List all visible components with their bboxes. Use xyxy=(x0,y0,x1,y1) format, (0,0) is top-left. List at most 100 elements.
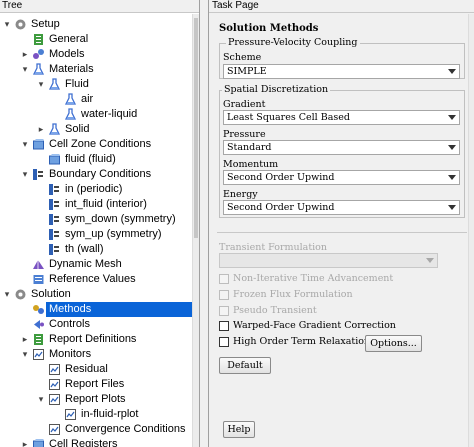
default-button[interactable]: Default xyxy=(219,357,271,374)
pressure-dropdown[interactable]: Standard xyxy=(223,140,460,155)
flask-icon xyxy=(64,93,77,106)
boundary-icon xyxy=(48,243,61,256)
tree-item-label: air xyxy=(81,93,94,105)
tree-item-label: Monitors xyxy=(49,348,92,360)
monitor-icon xyxy=(48,393,61,406)
tree-view[interactable]: ▾ Setup General ▸ Models ▾ Materials ▾ Fluid air w… xyxy=(0,14,192,447)
frozen-flux-formulation-label: Frozen Flux Formulation xyxy=(233,289,353,300)
tree-item[interactable]: air xyxy=(0,92,192,107)
chevron-down-icon[interactable]: ▾ xyxy=(2,17,12,32)
tree-item[interactable]: ▾ Cell Zone Conditions xyxy=(0,137,192,152)
task-page-scrollbar[interactable] xyxy=(468,14,474,447)
chevron-down-icon[interactable]: ▾ xyxy=(2,287,12,302)
tree-item[interactable]: Reference Values xyxy=(0,272,192,287)
tree-item[interactable]: ▸ Cell Registers xyxy=(0,437,192,447)
tree-item[interactable]: ▸ Solid xyxy=(0,122,192,137)
tree-item[interactable]: Dynamic Mesh xyxy=(0,257,192,272)
flask-icon xyxy=(48,123,61,136)
tree-item-label: water-liquid xyxy=(81,108,138,120)
momentum-value: Second Order Upwind xyxy=(227,172,335,183)
chevron-down-icon xyxy=(448,115,456,120)
tree-item[interactable]: in (periodic) xyxy=(0,182,192,197)
tree-item[interactable]: fluid (fluid) xyxy=(0,152,192,167)
scheme-dropdown[interactable]: SIMPLE xyxy=(223,64,460,79)
tree-item-label: Controls xyxy=(49,318,90,330)
tree-item[interactable]: Residual xyxy=(0,362,192,377)
tree-item[interactable]: sym_down (symmetry) xyxy=(0,212,192,227)
chevron-down-icon[interactable]: ▾ xyxy=(20,167,30,182)
tree-item[interactable]: Controls xyxy=(0,317,192,332)
flask-icon xyxy=(32,63,45,76)
help-button[interactable]: Help xyxy=(223,421,255,438)
document-icon xyxy=(32,333,45,346)
tree-item[interactable]: ▸ Report Definitions xyxy=(0,332,192,347)
pseudo-transient-checkbox[interactable] xyxy=(219,306,229,316)
gradient-dropdown[interactable]: Least Squares Cell Based xyxy=(223,110,460,125)
energy-dropdown[interactable]: Second Order Upwind xyxy=(223,200,460,215)
chevron-down-icon xyxy=(448,175,456,180)
chevron-down-icon[interactable]: ▾ xyxy=(20,137,30,152)
pressure-velocity-coupling-legend: Pressure-Velocity Coupling xyxy=(226,37,360,48)
tree-item[interactable]: Convergence Conditions xyxy=(0,422,192,437)
task-page-panel: Task Page Solution Methods Pressure-Velo… xyxy=(208,0,474,447)
options-button[interactable]: Options... xyxy=(365,335,422,352)
tree-item-label: th (wall) xyxy=(65,243,104,255)
chevron-right-icon[interactable]: ▸ xyxy=(36,122,46,137)
chevron-down-icon[interactable]: ▾ xyxy=(36,392,46,407)
methods-icon xyxy=(32,303,45,316)
chevron-down-icon[interactable]: ▾ xyxy=(36,77,46,92)
tree-item[interactable]: ▾ Setup xyxy=(0,17,192,32)
page-title: Solution Methods xyxy=(219,23,319,34)
tree-scrollbar[interactable] xyxy=(192,14,199,447)
tree-item[interactable]: ▾ Fluid xyxy=(0,77,192,92)
cell-zone-icon xyxy=(48,153,61,166)
tree-item[interactable]: th (wall) xyxy=(0,242,192,257)
high-order-term-relaxation-checkbox[interactable] xyxy=(219,337,229,347)
frozen-flux-formulation-checkbox[interactable] xyxy=(219,290,229,300)
pressure-label: Pressure xyxy=(223,129,266,140)
chevron-down-icon[interactable]: ▾ xyxy=(20,62,30,77)
tree-item[interactable]: sym_up (symmetry) xyxy=(0,227,192,242)
tree-item-label: Dynamic Mesh xyxy=(49,258,122,270)
monitor-icon xyxy=(48,363,61,376)
tree-item-label: Setup xyxy=(31,18,60,30)
transient-formulation-dropdown[interactable] xyxy=(219,253,438,268)
chevron-right-icon[interactable]: ▸ xyxy=(20,332,30,347)
tree-item[interactable]: ▾ Boundary Conditions xyxy=(0,167,192,182)
scheme-value: SIMPLE xyxy=(227,66,267,77)
chevron-down-icon xyxy=(448,205,456,210)
tree-item[interactable]: Report Files xyxy=(0,377,192,392)
non-iterative-time-advancement-checkbox[interactable] xyxy=(219,274,229,284)
chevron-right-icon[interactable]: ▸ xyxy=(20,47,30,62)
tree-item[interactable]: ▾ Materials xyxy=(0,62,192,77)
tree-item-label: Convergence Conditions xyxy=(65,423,186,435)
chevron-down-icon xyxy=(426,258,434,263)
tree-item[interactable]: ▾ Solution xyxy=(0,287,192,302)
warped-face-gradient-correction-label: Warped-Face Gradient Correction xyxy=(233,320,396,331)
tree-item[interactable]: Methods xyxy=(0,302,192,317)
chevron-down-icon[interactable]: ▾ xyxy=(20,347,30,362)
pseudo-transient-label: Pseudo Transient xyxy=(233,305,317,316)
tree-item-label: Report Plots xyxy=(65,393,126,405)
flask-icon xyxy=(48,78,61,91)
high-order-term-relaxation-label: High Order Term Relaxation xyxy=(233,336,371,347)
tree-item[interactable]: ▾ Monitors xyxy=(0,347,192,362)
tree-item[interactable]: ▸ Models xyxy=(0,47,192,62)
scheme-label: Scheme xyxy=(223,52,262,63)
warped-face-gradient-correction-checkbox[interactable] xyxy=(219,321,229,331)
tree-item[interactable]: int_fluid (interior) xyxy=(0,197,192,212)
tree-panel-header: Tree xyxy=(0,0,199,13)
tree-item[interactable]: General xyxy=(0,32,192,47)
tree-item[interactable]: ▾ Report Plots xyxy=(0,392,192,407)
tree-item[interactable]: in-fluid-rplot xyxy=(0,407,192,422)
momentum-dropdown[interactable]: Second Order Upwind xyxy=(223,170,460,185)
tree-item-label: Cell Registers xyxy=(49,438,118,447)
monitor-icon xyxy=(64,408,77,421)
chevron-right-icon[interactable]: ▸ xyxy=(20,437,30,447)
monitor-icon xyxy=(32,348,45,361)
tree-item[interactable]: water-liquid xyxy=(0,107,192,122)
models-icon xyxy=(32,48,45,61)
tree-item-label: int_fluid (interior) xyxy=(65,198,147,210)
gear-icon xyxy=(14,18,27,31)
tree-scrollbar-thumb[interactable] xyxy=(194,18,198,238)
